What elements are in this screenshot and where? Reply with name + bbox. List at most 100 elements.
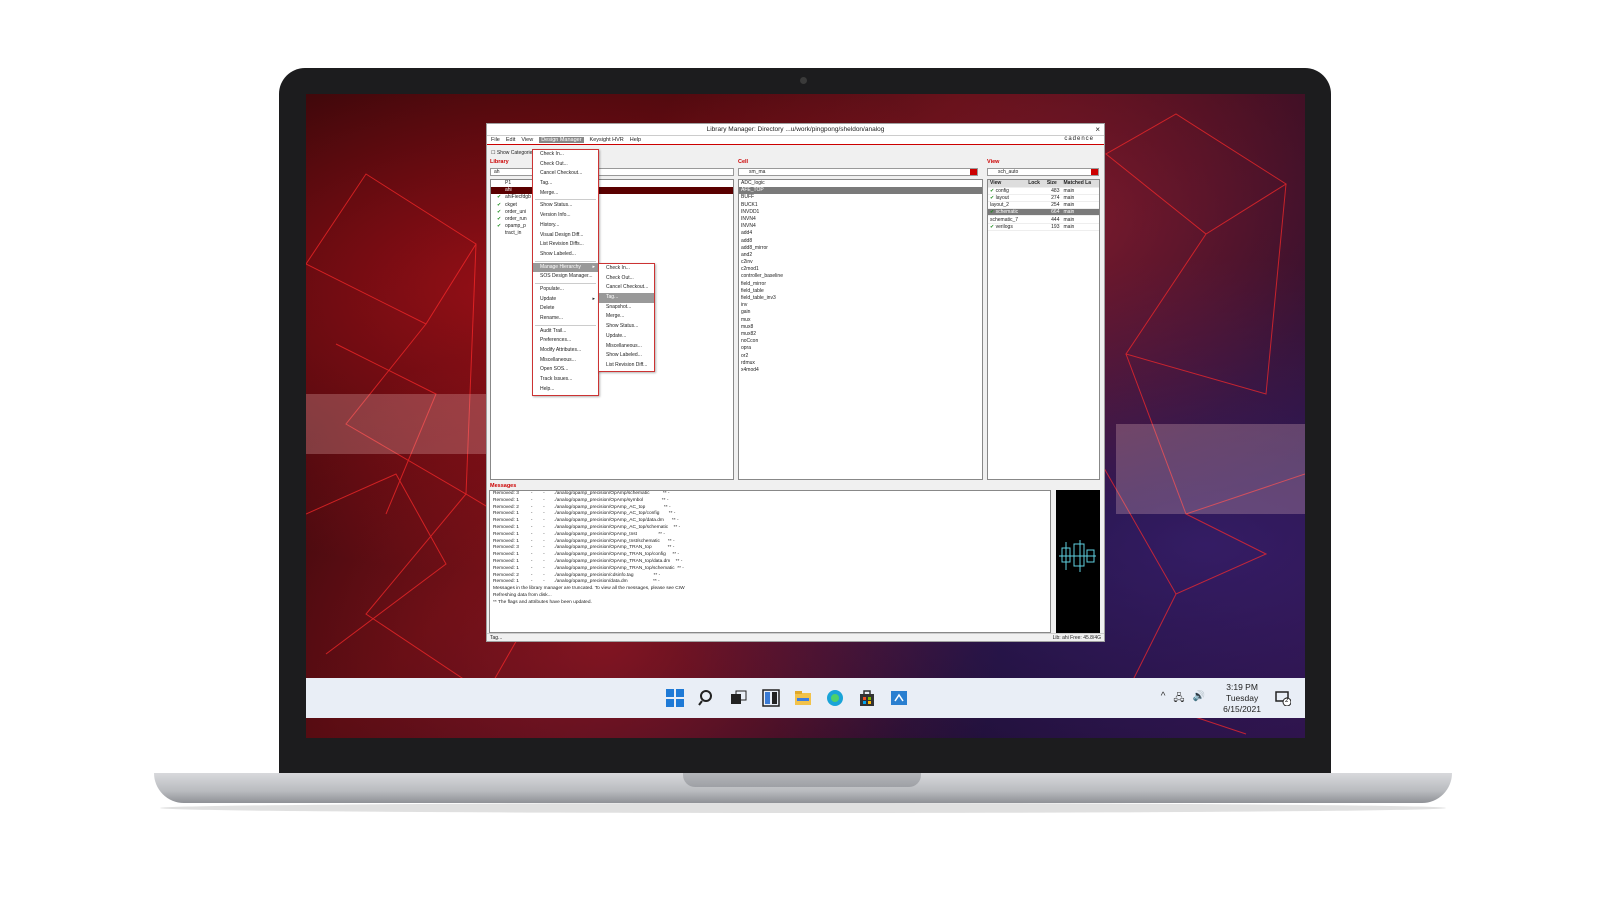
cell-item[interactable]: mux [739,317,982,324]
view-row[interactable]: ✔ schematic 664 main [988,208,1099,217]
view-row[interactable]: schematic_7 444 main [988,215,1099,224]
cell-item[interactable]: add8_mirror [739,245,982,252]
menu-item[interactable]: Rename... [533,314,598,324]
cell-item[interactable]: inv [739,302,982,309]
view-filter-dropdown-icon[interactable] [1091,169,1098,175]
menu-item[interactable]: Audit Trail... [533,327,598,337]
clock[interactable]: 3:19 PM Tuesday 6/15/2021 [1223,682,1261,715]
menu-item[interactable]: Tag... [533,179,598,189]
menu-item[interactable]: History... [533,221,598,231]
menu-item[interactable]: Show Labeled... [533,250,598,260]
cell-item[interactable]: INVN4 [739,223,982,230]
cell-item[interactable]: c2mod1 [739,266,982,273]
cell-item[interactable]: INVDD1 [739,209,982,216]
menu-item[interactable]: Help... [533,385,598,395]
view-row[interactable]: ✔ verilogs 193 main [988,223,1099,231]
library-item[interactable]: ✔ ckget [491,202,733,209]
cell-item[interactable]: or2 [739,353,982,360]
notification-icon[interactable]: 2 [1275,690,1292,709]
cell-item[interactable]: field_mirror [739,281,982,288]
store-icon[interactable] [856,687,878,709]
menu-item[interactable]: Populate... [533,285,598,295]
cell-item[interactable]: c2inv [739,259,982,266]
menu-item[interactable]: Check Out... [599,274,654,284]
app-icon[interactable] [888,687,910,709]
menu-view[interactable]: View [521,137,533,143]
task-view-icon[interactable] [728,687,750,709]
view-filter-input[interactable]: sch_auto [987,168,1099,176]
view-row[interactable]: layout_2 254 main [988,201,1099,210]
volume-icon[interactable]: 🔊 [1193,691,1205,708]
close-icon[interactable]: × [1095,125,1100,134]
cell-item[interactable]: add4 [739,230,982,237]
menu-file[interactable]: File [491,137,500,143]
menu-item[interactable]: List Revision Diffs... [533,240,598,250]
edge-browser-icon[interactable] [824,687,846,709]
menu-item[interactable]: Update ▸ [533,295,598,305]
cell-item[interactable]: BUCK1 [739,202,982,209]
file-explorer-icon[interactable] [792,687,814,709]
library-item[interactable]: ✔ ahiFiecfdgb [491,194,733,201]
menu-help[interactable]: Help [630,137,641,143]
menu-item[interactable]: Show Status... [533,201,598,211]
library-item[interactable]: ✔ order_run [491,216,733,223]
network-icon[interactable]: 🖧 [1173,691,1184,708]
cell-item[interactable]: AFE_TOP [739,187,982,195]
menu-item[interactable]: Check In... [599,264,654,274]
cell-item[interactable]: rdmux [739,360,982,367]
menu-design-manager[interactable]: Design Manager [539,137,584,143]
menu-item[interactable]: Merge... [533,189,598,199]
col-lock[interactable]: Lock [1026,180,1045,188]
cell-item[interactable]: x4mod4 [739,367,982,374]
menu-item[interactable]: Snapshot... [599,303,654,313]
menu-item[interactable]: SOS Design Manager... [533,272,598,282]
menu-item[interactable]: Version Info... [533,211,598,221]
menu-item[interactable]: Open SOS... [533,365,598,375]
menu-keysight[interactable]: Keysight HVR [590,137,624,143]
cell-item[interactable]: controller_baseline [739,273,982,280]
cell-item[interactable]: BUFF [739,194,982,201]
cell-item[interactable]: field_table [739,288,982,295]
menu-item[interactable]: Merge... [599,312,654,322]
menu-item[interactable]: Miscellaneous... [533,356,598,366]
menu-item[interactable]: Manage Hierarchy ▸ [533,262,598,273]
cell-item[interactable]: mux82 [739,331,982,338]
show-categories-checkbox[interactable]: ☐ Show Categories [491,150,535,156]
library-filter-input[interactable]: ah [490,168,734,176]
view-list[interactable]: View Lock Size Matched La ✔ config 483 mai… [987,179,1100,480]
menu-item[interactable]: Modify Attributes... [533,346,598,356]
menu-item[interactable]: Check Out... [533,160,598,170]
menu-item[interactable]: Cancel Checkout... [533,169,598,179]
library-item[interactable]: ✔ opamp_p [491,223,733,230]
cell-list[interactable]: ADC_logic AFE_TOP BUFF BUCK1 INVDD1 INVN4 INVN… [738,179,983,480]
messages-pane[interactable]: Removed: 3 - - ./analog/opamp_precision/… [489,490,1051,633]
menu-item[interactable]: Preferences... [533,336,598,346]
cell-item[interactable]: and2 [739,252,982,259]
cell-filter-dropdown-icon[interactable] [970,169,977,175]
view-row[interactable]: ✔ config 483 main [988,187,1099,195]
menu-item[interactable]: List Revision Diff... [599,361,654,371]
cell-filter-input[interactable]: sm_ma [738,168,978,176]
cell-item[interactable]: INVN4 [739,216,982,223]
col-view[interactable]: View [988,180,1027,188]
menu-item[interactable]: Cancel Checkout... [599,283,654,293]
col-matched[interactable]: Matched La [1061,180,1099,188]
menu-item[interactable]: Check In... [533,150,598,160]
menu-item[interactable]: Update... [599,332,654,342]
tray-overflow-icon[interactable]: ^ [1161,691,1166,708]
menu-edit[interactable]: Edit [506,137,515,143]
windows-start-icon[interactable] [664,687,686,709]
cell-item[interactable]: field_table_inv3 [739,295,982,302]
library-item[interactable]: tract_in [491,230,733,237]
cell-item[interactable]: mux8 [739,324,982,331]
menu-item[interactable]: Miscellaneous... [599,342,654,352]
cell-item[interactable]: ADC_logic [739,180,982,187]
widgets-icon[interactable] [760,687,782,709]
search-icon[interactable] [696,687,718,709]
menu-item[interactable]: Show Status... [599,322,654,332]
cell-item[interactable]: add8 [739,238,982,245]
menu-item[interactable]: Track Issues... [533,375,598,385]
col-size[interactable]: Size [1044,180,1062,188]
cell-item[interactable]: gain [739,309,982,316]
view-row[interactable]: ✔ layout 274 main [988,194,1099,203]
